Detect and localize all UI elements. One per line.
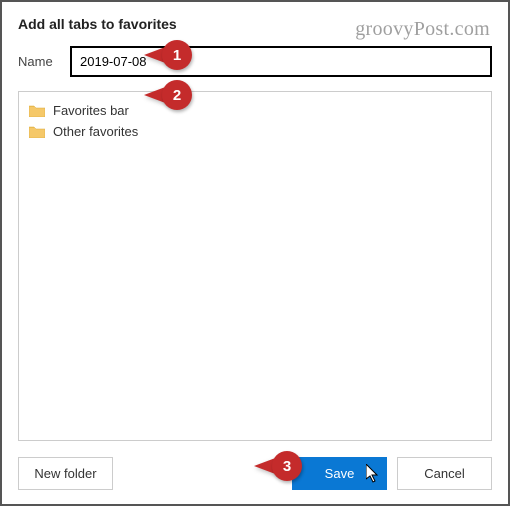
folder-icon [29, 104, 45, 117]
cancel-button[interactable]: Cancel [397, 457, 492, 490]
name-label: Name [18, 54, 58, 69]
name-row: Name [18, 46, 492, 77]
folder-tree[interactable]: Favorites bar Other favorites [18, 91, 492, 441]
new-folder-button[interactable]: New folder [18, 457, 113, 490]
save-button[interactable]: Save [292, 457, 387, 490]
folder-label: Other favorites [53, 124, 138, 139]
folder-icon [29, 125, 45, 138]
button-row: New folder Save Cancel [18, 457, 492, 490]
dialog-title: Add all tabs to favorites [18, 16, 492, 32]
name-input[interactable] [70, 46, 492, 77]
folder-item-favorites-bar[interactable]: Favorites bar [25, 100, 485, 121]
folder-label: Favorites bar [53, 103, 129, 118]
folder-item-other-favorites[interactable]: Other favorites [25, 121, 485, 142]
